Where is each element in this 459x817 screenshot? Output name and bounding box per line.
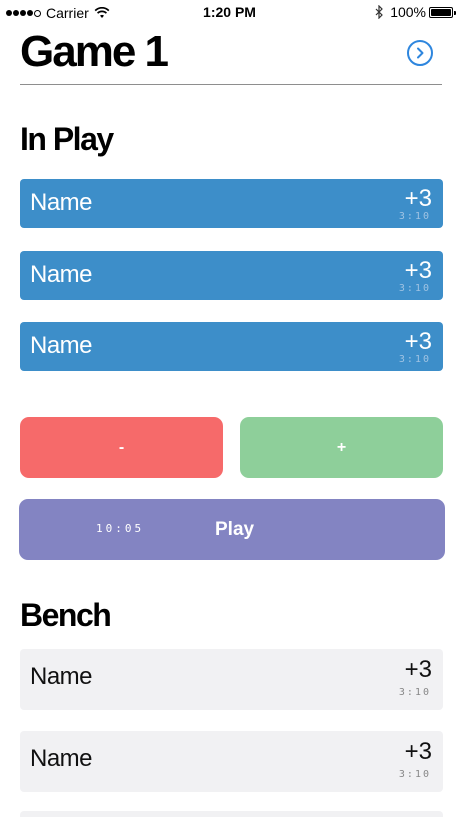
in-play-player-row[interactable]: Name +3 3:10 <box>20 179 443 228</box>
battery-percent: 100% <box>390 4 426 20</box>
minus-button[interactable]: - <box>20 417 223 478</box>
player-score: +3 <box>404 257 432 284</box>
play-label: Play <box>215 519 255 540</box>
player-score: +3 <box>404 185 432 212</box>
bench-player-row[interactable]: Name +3 3:10 <box>20 649 443 710</box>
screen: Carrier 1:20 PM 100% Game 1 In Play Name… <box>0 0 459 817</box>
battery-icon <box>429 6 456 18</box>
player-name: Name <box>30 332 93 359</box>
in-play-player-row[interactable]: Name +3 3:10 <box>20 322 443 371</box>
player-time: 3:10 <box>398 211 431 222</box>
player-time: 3:10 <box>398 769 431 780</box>
player-score: +3 <box>404 328 432 355</box>
game-clock: 10:05 <box>96 522 145 535</box>
plus-button[interactable]: + <box>240 417 443 478</box>
play-button[interactable]: 10:05 Play <box>19 499 445 560</box>
next-game-button[interactable] <box>407 40 433 66</box>
page-title: Game 1 <box>20 27 169 76</box>
in-play-player-row[interactable]: Name +3 3:10 <box>20 251 443 300</box>
bluetooth-icon <box>375 5 384 19</box>
player-time: 3:10 <box>398 354 431 365</box>
player-name: Name <box>30 189 93 216</box>
player-name: Name <box>30 745 93 772</box>
header-divider <box>20 84 442 85</box>
player-score: +3 <box>404 738 432 765</box>
bench-player-row-partial[interactable] <box>20 811 443 817</box>
in-play-title: In Play <box>20 121 114 157</box>
player-time: 3:10 <box>398 283 431 294</box>
player-name: Name <box>30 261 93 288</box>
player-name: Name <box>30 663 93 690</box>
player-time: 3:10 <box>398 687 431 698</box>
status-right: 100% <box>375 4 456 20</box>
chevron-right-icon <box>417 47 424 59</box>
status-bar: Carrier 1:20 PM 100% <box>0 0 459 26</box>
bench-title: Bench <box>20 597 112 633</box>
bench-player-row[interactable]: Name +3 3:10 <box>20 731 443 792</box>
player-score: +3 <box>404 656 432 683</box>
